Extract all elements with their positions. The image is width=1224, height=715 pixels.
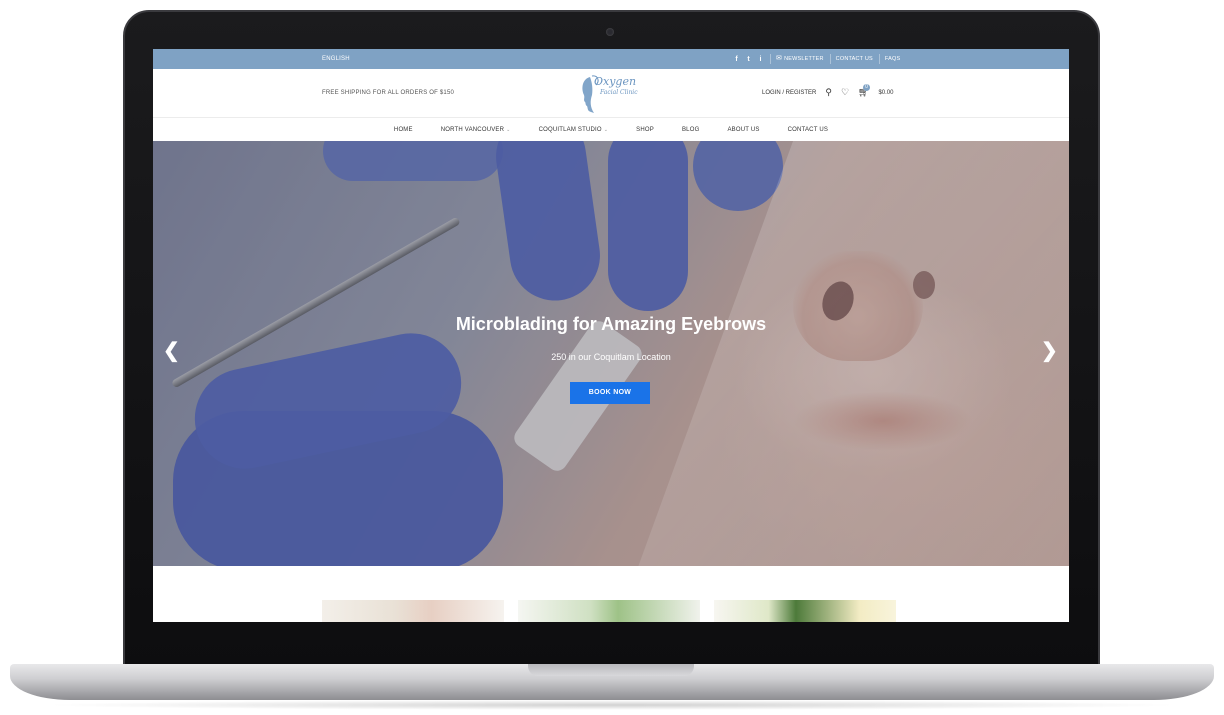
category-thumbnails	[322, 600, 896, 622]
laptop-frame: ENGLISH f t i ✉ NEWSLETTER CONTACT US FAQ…	[0, 0, 1224, 715]
nav-home[interactable]: HOME	[380, 127, 427, 133]
hero-subtitle: 250 in our Coquitlam Location	[551, 352, 671, 362]
shipping-note: FREE SHIPPING FOR ALL ORDERS OF $150	[322, 90, 455, 96]
cart-icon[interactable]: 🛒︎ 0	[858, 84, 871, 97]
nav-north-vancouver[interactable]: NORTH VANCOUVER ⌄	[427, 127, 525, 133]
logo-title: Oxygen	[594, 75, 637, 88]
login-register-link[interactable]: LOGIN / REGISTER	[762, 90, 816, 96]
nav-shop[interactable]: SHOP	[622, 127, 668, 133]
twitter-icon[interactable]: t	[745, 56, 752, 63]
search-icon[interactable]: ⚲	[825, 88, 832, 97]
laptop-shadow	[40, 700, 1184, 710]
top-bar: ENGLISH f t i ✉ NEWSLETTER CONTACT US FAQ…	[153, 49, 1069, 69]
facebook-icon[interactable]: f	[733, 56, 740, 63]
nav-blog[interactable]: BLOG	[668, 127, 713, 133]
language-selector[interactable]: ENGLISH	[322, 56, 350, 62]
social-links: f t i	[733, 56, 764, 63]
heart-icon[interactable]: ♡	[841, 88, 849, 97]
chevron-down-icon: ⌄	[603, 126, 609, 133]
instagram-icon[interactable]: i	[757, 56, 764, 63]
screen: ENGLISH f t i ✉ NEWSLETTER CONTACT US FAQ…	[153, 49, 1069, 622]
faqs-link[interactable]: FAQS	[878, 54, 900, 64]
nav-about-us[interactable]: ABOUT US	[713, 127, 773, 133]
category-thumbnail[interactable]	[714, 600, 896, 622]
slider-prev-icon[interactable]: ❮	[163, 341, 180, 361]
logo-subtitle: Facial Clinic	[600, 89, 638, 96]
cart-count-badge: 0	[863, 84, 871, 91]
nav-contact-us[interactable]: CONTACT US	[774, 127, 842, 133]
webcam	[606, 28, 614, 36]
mail-icon: ✉	[776, 55, 783, 62]
slider-next-icon[interactable]: ❯	[1041, 341, 1058, 361]
site-header: FREE SHIPPING FOR ALL ORDERS OF $150 Oxy…	[153, 69, 1069, 118]
chevron-down-icon: ⌄	[506, 126, 511, 133]
hero-title: Microblading for Amazing Eyebrows	[455, 314, 767, 334]
cart-total[interactable]: $0.00	[878, 90, 893, 96]
laptop-notch	[528, 664, 694, 676]
contact-link[interactable]: CONTACT US	[829, 54, 873, 64]
top-bar-links: f t i ✉ NEWSLETTER CONTACT US FAQS	[733, 54, 900, 64]
book-now-button[interactable]: BOOK NOW	[570, 382, 650, 404]
nav-coquitlam-studio[interactable]: COQUITLAM STUDIO ⌄	[525, 127, 623, 133]
newsletter-link[interactable]: ✉ NEWSLETTER	[770, 54, 824, 64]
header-actions: LOGIN / REGISTER ⚲ ♡ 🛒︎ 0 $0.00	[762, 84, 893, 97]
category-thumbnail[interactable]	[518, 600, 700, 622]
site-logo[interactable]: Oxygen Facial Clinic	[578, 71, 648, 116]
category-thumbnail[interactable]	[322, 600, 504, 622]
hero-slider: Microblading for Amazing Eyebrows 250 in…	[153, 141, 1069, 566]
main-nav: HOME NORTH VANCOUVER ⌄ COQUITLAM STUDIO ⌄ …	[153, 118, 1069, 141]
